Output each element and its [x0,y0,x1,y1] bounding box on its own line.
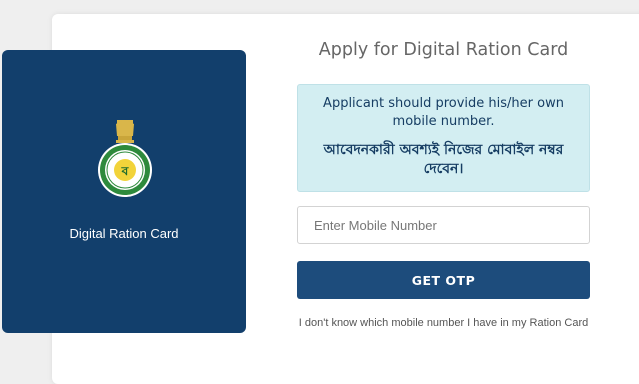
mobile-notice: Applicant should provide his/her own mob… [297,84,590,192]
page-title: Apply for Digital Ration Card [318,40,569,60]
brand-panel: ব Digital Ration Card [2,50,246,333]
unknown-mobile-link[interactable]: I don't know which mobile number I have … [297,317,590,330]
mobile-number-input[interactable] [297,206,590,244]
brand-title: Digital Ration Card [69,226,179,241]
get-otp-button[interactable]: GET OTP [297,261,590,299]
notice-bengali: আবেদনকারী অবশ্যই নিজের মোবাইল নম্বর দেবে… [323,142,564,177]
svg-text:ব: ব [121,164,130,178]
notice-english: Applicant should provide his/her own mob… [323,96,564,129]
